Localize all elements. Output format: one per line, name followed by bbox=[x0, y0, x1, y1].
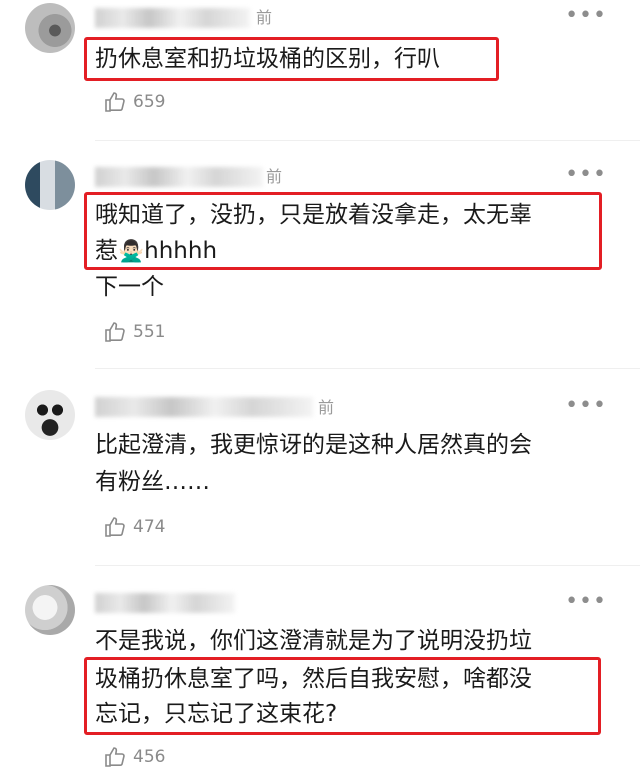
comment-4: ••• 不是我说，你们这澄清就是为了说明没扔垃 圾桶扔休息室了吗，然后自我安慰，… bbox=[0, 0, 640, 777]
username-blurred[interactable] bbox=[95, 593, 235, 613]
comment-text-line2: 圾桶扔休息室了吗，然后自我安慰，啥都没 bbox=[95, 666, 532, 692]
avatar[interactable] bbox=[25, 585, 75, 635]
like-button[interactable]: 456 bbox=[103, 745, 165, 769]
comment-text-line3: 忘记，只忘记了这束花? bbox=[95, 701, 338, 727]
more-dots-icon[interactable]: ••• bbox=[565, 591, 607, 613]
like-count: 456 bbox=[133, 747, 166, 767]
comment-text-line1: 不是我说，你们这澄清就是为了说明没扔垃 bbox=[95, 628, 532, 654]
thumbs-up-icon bbox=[105, 747, 125, 767]
